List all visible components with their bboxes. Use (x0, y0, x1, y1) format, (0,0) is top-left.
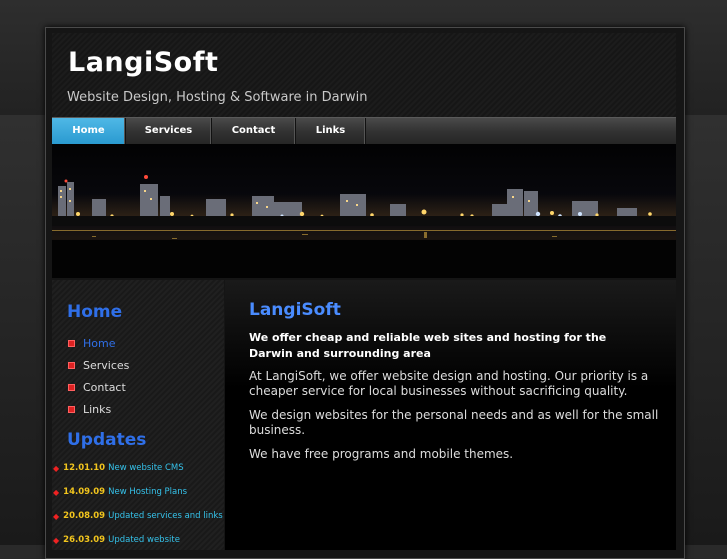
content-title: LangiSoft (249, 300, 341, 320)
update-link[interactable]: Updated services and links (108, 511, 223, 521)
sidebar-item-contact[interactable]: Contact (68, 376, 129, 398)
city-night-skyline-image (52, 144, 676, 278)
red-diamond-bullet-icon: ◆ (53, 463, 60, 473)
sidebar-item-label[interactable]: Services (83, 359, 129, 372)
sidebar-menu: Home Services Contact Links (68, 332, 129, 420)
content-paragraph: We have free programs and mobile themes. (249, 447, 514, 461)
sidebar-item-services[interactable]: Services (68, 354, 129, 376)
sidebar-item-links[interactable]: Links (68, 398, 129, 420)
site-title[interactable]: LangiSoft (68, 47, 218, 78)
main-nav: Home Services Contact Links (52, 117, 676, 145)
update-date: 14.09.09 (63, 487, 106, 497)
nav-home[interactable]: Home (52, 118, 126, 144)
main-content: LangiSoft We offer cheap and reliable we… (225, 280, 676, 550)
red-square-bullet-icon (68, 339, 75, 347)
sidebar-item-label[interactable]: Home (83, 337, 115, 350)
sidebar-item-label[interactable]: Links (83, 403, 111, 416)
update-item: ◆ 26.03.09 Updated website (52, 528, 224, 552)
red-diamond-bullet-icon: ◆ (53, 487, 60, 497)
site-subtitle: Website Design, Hosting & Software in Da… (67, 90, 368, 105)
update-item: ◆ 12.01.10 New website CMS (52, 456, 224, 480)
sidebar-item-home[interactable]: Home (68, 332, 129, 354)
sidebar-item-label[interactable]: Contact (83, 381, 126, 394)
content-paragraph: At LangiSoft, we offer website design an… (249, 369, 649, 398)
content-paragraph: We design websites for the personal need… (249, 408, 659, 437)
update-date: 20.08.09 (63, 511, 106, 521)
update-link[interactable]: Updated website (108, 535, 180, 545)
sidebar-heading: Home (67, 302, 123, 322)
update-date: 12.01.10 (63, 463, 106, 473)
updates-list: ◆ 12.01.10 New website CMS ◆ 14.09.09 Ne… (52, 456, 224, 552)
nav-links[interactable]: Links (296, 118, 366, 144)
update-link[interactable]: New Hosting Plans (108, 487, 187, 497)
city-skyline-banner (52, 144, 676, 278)
content-lead: We offer cheap and reliable web sites an… (249, 331, 607, 360)
update-item: ◆ 14.09.09 New Hosting Plans (52, 480, 224, 504)
site-header: LangiSoft Website Design, Hosting & Soft… (52, 33, 676, 117)
nav-contact[interactable]: Contact (212, 118, 296, 144)
update-date: 26.03.09 (63, 535, 106, 545)
sidebar: Home Home Services Contact Links Updates… (52, 280, 224, 550)
update-item: ◆ 20.08.09 Updated services and links (52, 504, 224, 528)
update-link[interactable]: New website CMS (108, 463, 184, 473)
red-square-bullet-icon (68, 405, 75, 413)
red-square-bullet-icon (68, 383, 75, 391)
red-square-bullet-icon (68, 361, 75, 369)
updates-heading: Updates (67, 430, 147, 450)
red-diamond-bullet-icon: ◆ (53, 511, 60, 521)
red-diamond-bullet-icon: ◆ (53, 535, 60, 545)
nav-services[interactable]: Services (126, 118, 212, 144)
